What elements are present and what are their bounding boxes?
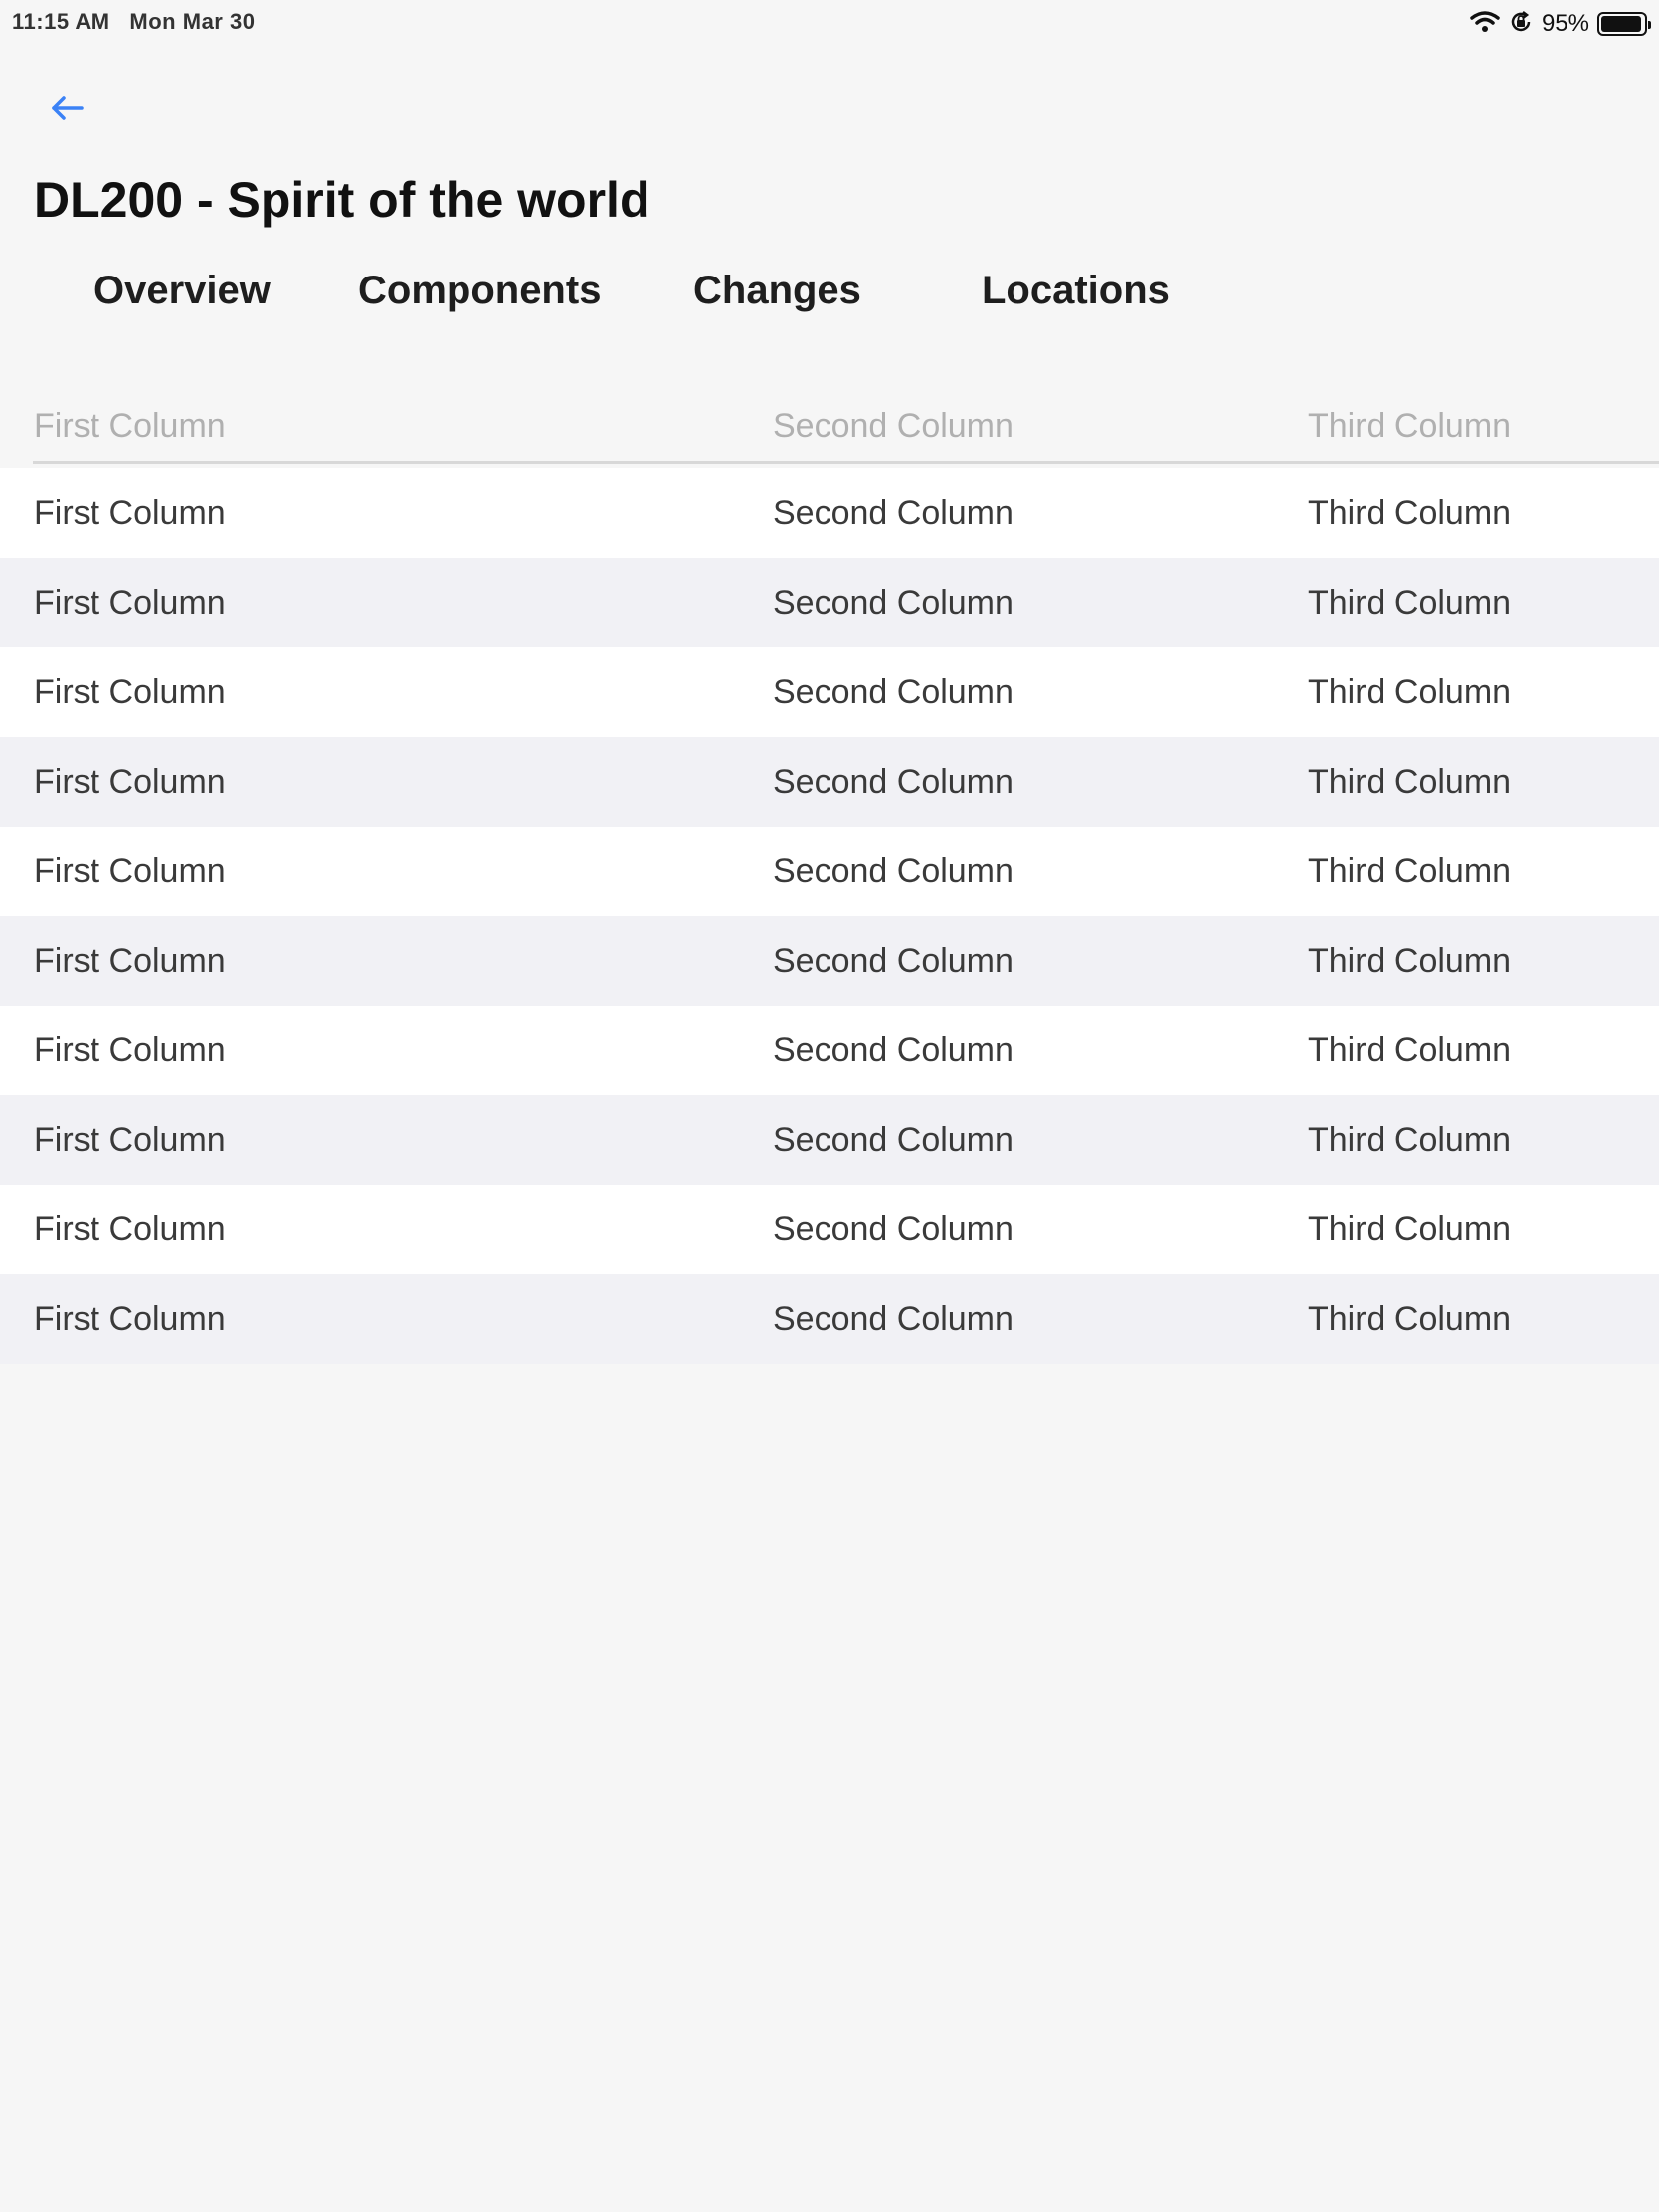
table-cell: Second Column	[773, 1300, 1014, 1338]
tab-bar: Overview Components Changes Locations	[0, 269, 1659, 328]
tab-overview[interactable]: Overview	[93, 269, 271, 313]
table-row[interactable]: First Column Second Column Third Column	[0, 1006, 1659, 1095]
status-time-text: 11:15 AM	[12, 9, 110, 34]
table-row[interactable]: First Column Second Column Third Column	[0, 647, 1659, 737]
table-cell: Second Column	[773, 763, 1014, 801]
table-cell: Third Column	[1308, 1121, 1512, 1159]
page-title: DL200 - Spirit of the world	[34, 172, 650, 228]
battery-percent: 95%	[1541, 10, 1589, 37]
table-row[interactable]: First Column Second Column Third Column	[0, 1095, 1659, 1185]
data-table: First Column Second Column Third Column …	[0, 393, 1659, 1364]
table-cell: Third Column	[1308, 763, 1512, 801]
table-cell: First Column	[34, 584, 226, 622]
column-header-third: Third Column	[1308, 407, 1512, 445]
status-date-text: Mon Mar 30	[129, 9, 256, 34]
table-cell: First Column	[34, 852, 226, 890]
tab-locations[interactable]: Locations	[982, 269, 1170, 313]
table-cell: First Column	[34, 942, 226, 980]
battery-icon	[1597, 12, 1651, 36]
table-cell: Third Column	[1308, 584, 1512, 622]
arrow-left-icon	[49, 94, 85, 127]
table-row[interactable]: First Column Second Column Third Column	[0, 1185, 1659, 1274]
column-header-first: First Column	[34, 407, 226, 445]
table-cell: First Column	[34, 1210, 226, 1248]
table-cell: Second Column	[773, 942, 1014, 980]
table-cell: First Column	[34, 1300, 226, 1338]
status-indicators: 95%	[1470, 8, 1651, 40]
table-header: First Column Second Column Third Column	[0, 393, 1659, 468]
table-cell: Second Column	[773, 852, 1014, 890]
table-cell: Third Column	[1308, 1031, 1512, 1069]
table-row[interactable]: First Column Second Column Third Column	[0, 558, 1659, 647]
status-bar: 11:15 AM Mon Mar 30 95%	[0, 0, 1659, 48]
table-cell: Second Column	[773, 584, 1014, 622]
status-time: 11:15 AM Mon Mar 30	[12, 9, 255, 35]
table-row[interactable]: First Column Second Column Third Column	[0, 916, 1659, 1006]
table-row[interactable]: First Column Second Column Third Column	[0, 737, 1659, 827]
table-cell: First Column	[34, 763, 226, 801]
table-cell: Third Column	[1308, 494, 1512, 532]
table-cell: Second Column	[773, 1210, 1014, 1248]
table-cell: Third Column	[1308, 1300, 1512, 1338]
orientation-lock-icon	[1508, 9, 1534, 40]
table-cell: Third Column	[1308, 1210, 1512, 1248]
table-row[interactable]: First Column Second Column Third Column	[0, 1274, 1659, 1364]
back-button[interactable]	[44, 88, 90, 133]
table-cell: First Column	[34, 1031, 226, 1069]
wifi-icon	[1470, 10, 1500, 39]
table-row[interactable]: First Column Second Column Third Column	[0, 468, 1659, 558]
table-cell: Second Column	[773, 1121, 1014, 1159]
table-cell: Third Column	[1308, 852, 1512, 890]
table-cell: First Column	[34, 1121, 226, 1159]
table-cell: Second Column	[773, 673, 1014, 711]
table-cell: Second Column	[773, 1031, 1014, 1069]
table-cell: Third Column	[1308, 673, 1512, 711]
table-row[interactable]: First Column Second Column Third Column	[0, 827, 1659, 916]
table-cell: Second Column	[773, 494, 1014, 532]
table-cell: First Column	[34, 494, 226, 532]
table-cell: Third Column	[1308, 942, 1512, 980]
table-cell: First Column	[34, 673, 226, 711]
column-header-second: Second Column	[773, 407, 1014, 445]
tab-components[interactable]: Components	[358, 269, 601, 313]
tab-changes[interactable]: Changes	[693, 269, 861, 313]
